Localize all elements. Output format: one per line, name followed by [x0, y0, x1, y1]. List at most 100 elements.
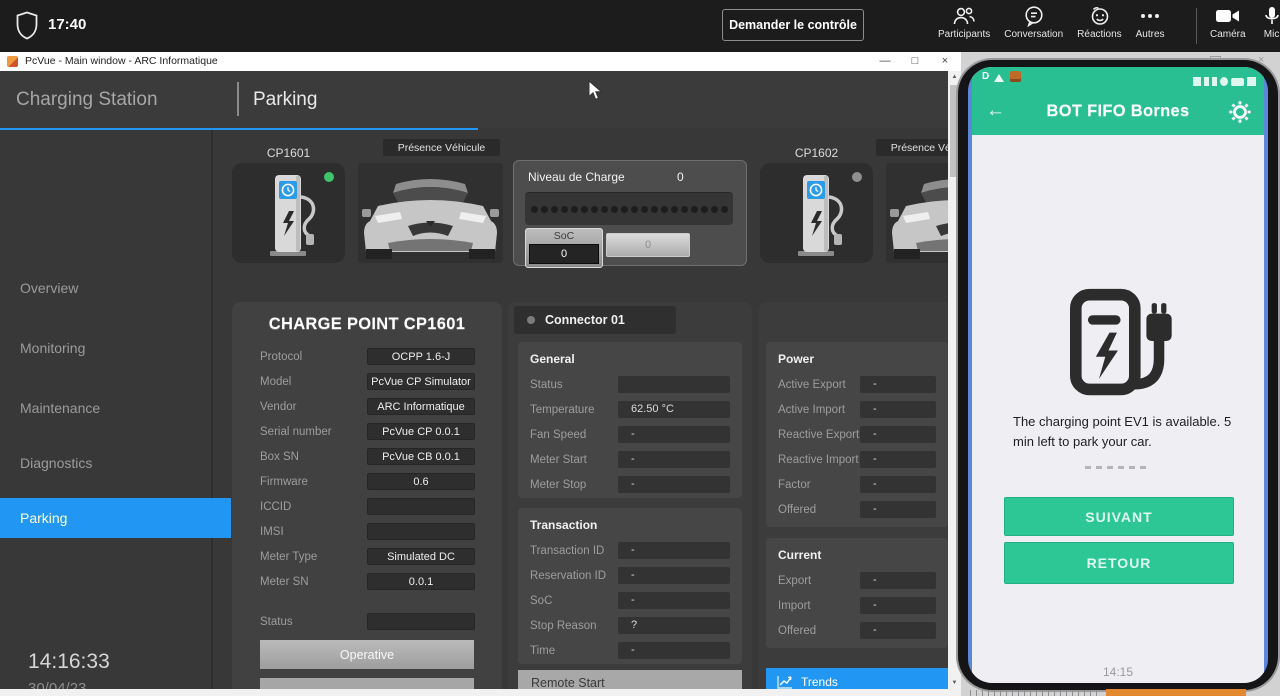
reactions-button[interactable]: Réactions [1077, 5, 1121, 40]
field-value[interactable]: - [860, 401, 936, 418]
field-value[interactable]: Simulated DC [367, 548, 475, 565]
sidebar-item-monitoring[interactable]: Monitoring [20, 340, 85, 356]
current-title: Current [778, 548, 936, 562]
soc-label: SoC [526, 230, 602, 242]
trends-label: Trends [801, 675, 838, 689]
request-control-button[interactable]: Demander le contrôle [722, 9, 864, 41]
field-value[interactable]: 0.0.1 [367, 573, 475, 590]
field-label: Active Import [778, 404, 860, 416]
field-value[interactable]: - [618, 426, 730, 443]
field-value[interactable]: - [618, 542, 730, 559]
field-value[interactable]: - [860, 376, 936, 393]
connector-title: Connector 01 [545, 313, 625, 327]
field-row: Active Export - [778, 376, 936, 393]
field-label: ICCID [260, 501, 367, 513]
field-value[interactable]: 0.6 [367, 473, 475, 490]
field-value[interactable] [618, 376, 730, 393]
sidebar-item-overview[interactable]: Overview [20, 280, 78, 296]
field-label: Model [260, 376, 367, 388]
charging-station-widget-cp1602[interactable] [760, 163, 873, 263]
mic-button[interactable]: Mic [1262, 5, 1280, 40]
soc-send-button[interactable]: 0 [606, 233, 690, 257]
camera-button[interactable]: Caméra [1210, 5, 1246, 40]
suivant-button[interactable]: SUIVANT [1004, 497, 1234, 536]
field-value[interactable]: - [860, 501, 936, 518]
field-value[interactable]: PcVue CB 0.0.1 [367, 448, 475, 465]
page-title: Parking [253, 89, 317, 111]
connector-tab[interactable]: Connector 01 [514, 306, 676, 334]
field-label: Temperature [530, 404, 618, 416]
pcvue-app-icon [7, 56, 18, 67]
close-button[interactable]: × [932, 52, 958, 71]
status-value[interactable] [367, 613, 475, 630]
field-value[interactable]: - [860, 426, 936, 443]
field-label: Fan Speed [530, 429, 618, 441]
field-value[interactable]: - [860, 597, 936, 614]
field-label: Export [778, 575, 860, 587]
scroll-down-icon[interactable]: ▼ [948, 680, 961, 686]
conversation-button[interactable]: Conversation [1004, 5, 1063, 40]
settings-gear-icon[interactable] [1228, 100, 1252, 124]
field-value[interactable]: - [618, 451, 730, 468]
field-value[interactable]: - [618, 476, 730, 493]
field-value[interactable]: - [618, 567, 730, 584]
field-value[interactable]: - [618, 592, 730, 609]
sidebar-item-diagnostics[interactable]: Diagnostics [20, 455, 92, 471]
operative-button[interactable]: Operative [260, 640, 474, 669]
field-label: Offered [778, 625, 860, 637]
field-label: Meter Start [530, 454, 618, 466]
page-header: Charging Station Parking [0, 71, 961, 128]
soc-control[interactable]: SoC 0 [525, 228, 603, 268]
transaction-title: Transaction [530, 518, 730, 532]
charging-station-widget-cp1601[interactable] [232, 163, 345, 263]
field-value[interactable]: - [860, 622, 936, 639]
status-field-row: Status [260, 613, 475, 630]
charge-point-fields: Protocol OCPP 1.6-J Model PcVue CP Simul… [260, 348, 475, 598]
camera-icon [1215, 5, 1241, 27]
field-value[interactable]: - [860, 476, 936, 493]
field-value[interactable]: OCPP 1.6-J [367, 348, 475, 365]
screenshot-root: 17:40 Demander le contrôle Participants [0, 0, 1280, 696]
current-section: Current Export - Import - [766, 538, 948, 648]
field-row: Fan Speed - [530, 426, 730, 443]
field-row: Time - [530, 642, 730, 659]
retour-button[interactable]: RETOUR [1004, 542, 1234, 584]
sidebar-item-maintenance[interactable]: Maintenance [20, 400, 100, 416]
field-value[interactable] [367, 498, 475, 515]
field-value[interactable]: PcVue CP Simulator [367, 373, 475, 390]
station-id-cp1601: CP1601 [232, 146, 345, 160]
field-value[interactable]: - [860, 572, 936, 589]
maximize-button[interactable]: □ [902, 52, 928, 71]
minimize-button[interactable]: — [872, 52, 898, 71]
field-value[interactable]: ARC Informatique [367, 398, 475, 415]
field-value[interactable]: - [860, 451, 936, 468]
field-row: Factor - [778, 476, 936, 493]
scroll-up-icon[interactable]: ▲ [948, 74, 961, 80]
field-label: Offered [778, 504, 860, 516]
mouse-cursor [588, 80, 603, 101]
soc-value-display[interactable]: 0 [529, 244, 599, 264]
pcvue-titlebar[interactable]: PcVue - Main window - ARC Informatique —… [0, 52, 961, 71]
field-row: Meter Stop - [530, 476, 730, 493]
field-row: Offered - [778, 622, 936, 639]
station-id-cp1602: CP1602 [760, 146, 873, 160]
general-section: General Status Temperature 62.50 °C [518, 342, 742, 498]
participants-button[interactable]: Participants [938, 5, 990, 40]
field-value[interactable] [367, 523, 475, 540]
field-label: Protocol [260, 351, 367, 363]
field-label: Reservation ID [530, 570, 618, 582]
field-value[interactable]: - [618, 642, 730, 659]
field-value[interactable]: 62.50 °C [618, 401, 730, 418]
horizontal-scrollbar[interactable] [0, 689, 961, 696]
more-button[interactable]: Autres [1136, 5, 1165, 40]
field-value[interactable]: PcVue CP 0.0.1 [367, 423, 475, 440]
field-row: Temperature 62.50 °C [530, 401, 730, 418]
field-value[interactable]: ? [618, 617, 730, 634]
field-row: Transaction ID - [530, 542, 730, 559]
sidebar-item-parking[interactable]: Parking [0, 498, 231, 538]
phone-app-bar: ← BOT FIFO Bornes [972, 89, 1264, 135]
field-row: Box SN PcVue CB 0.0.1 [260, 448, 475, 465]
participants-icon [952, 5, 976, 27]
phone-app: D ← BOT FIFO Bornes [972, 67, 1264, 683]
sidebar-divider [211, 130, 213, 696]
